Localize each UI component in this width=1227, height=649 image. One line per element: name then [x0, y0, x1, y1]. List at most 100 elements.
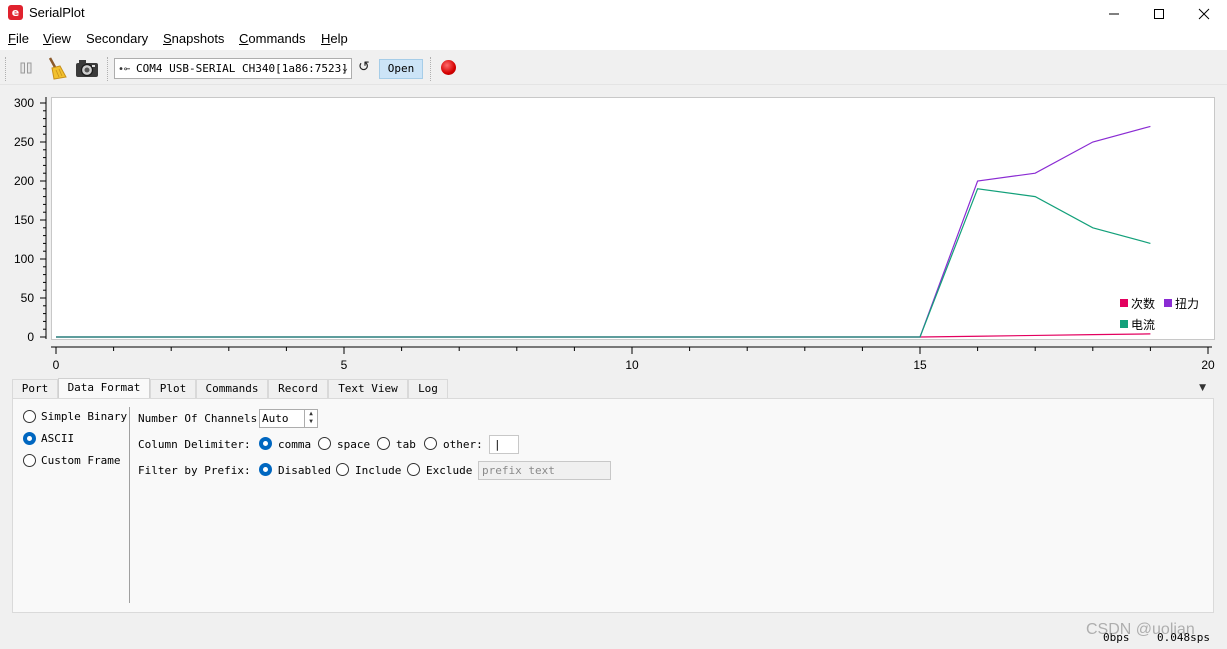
y-tick-label: 150	[14, 213, 34, 227]
status-bar: 0bps 0.048sps	[0, 625, 1227, 649]
delimiter-other-label[interactable]: other:	[443, 438, 483, 451]
menu-snapshots-mnemonic: S	[163, 31, 172, 46]
minimize-icon	[1109, 13, 1119, 15]
chevron-down-icon: ⌄	[341, 63, 348, 74]
prefix-include-label[interactable]: Include	[355, 464, 401, 477]
menu-commands-label: ommands	[248, 31, 306, 46]
prefix-text-input[interactable]	[478, 461, 611, 480]
snapshot-button[interactable]	[73, 55, 101, 81]
y-tick-label: 0	[27, 330, 34, 344]
x-tick-label: 0	[53, 358, 60, 372]
menu-help-mnemonic: H	[321, 31, 331, 46]
delimiter-space-radio[interactable]	[318, 437, 331, 450]
snapshot-camera-icon	[76, 60, 98, 77]
prefix-disabled-label[interactable]: Disabled	[278, 464, 331, 477]
menu-view[interactable]: View	[43, 31, 71, 46]
close-button[interactable]	[1181, 0, 1227, 28]
title-bar: e SerialPlot	[0, 0, 1227, 28]
menu-commands-mnemonic: C	[239, 31, 249, 46]
menu-secondary[interactable]: Secondary	[86, 31, 148, 46]
x-tick-label: 15	[913, 358, 927, 372]
menu-file[interactable]: File	[8, 31, 29, 46]
series-line	[56, 188, 1151, 338]
legend-label: 电流	[1131, 318, 1155, 332]
prefix-exclude-label[interactable]: Exclude	[426, 464, 472, 477]
legend-label: 次数	[1131, 296, 1155, 311]
minimize-button[interactable]	[1091, 0, 1137, 28]
csdn-watermark: CSDN @uolian	[1086, 621, 1195, 638]
tab-data-format[interactable]: Data Format	[58, 378, 150, 399]
tab-record[interactable]: Record	[268, 379, 328, 398]
settings-tabs: Port Data Format Plot Commands Record Te…	[12, 378, 1216, 399]
pause-icon	[20, 62, 32, 74]
menu-snapshots[interactable]: Snapshots	[163, 31, 224, 46]
channels-label: Number Of Channels:	[138, 412, 264, 425]
format-ascii-radio[interactable]	[23, 432, 36, 445]
menu-file-label: ile	[15, 31, 29, 46]
toolbar-grip[interactable]	[107, 57, 110, 81]
menu-bar: File View Secondary Snapshots Commands H…	[0, 28, 1227, 50]
format-custom-frame-radio[interactable]	[23, 454, 36, 467]
delimiter-tab-label[interactable]: tab	[396, 438, 416, 451]
delimiter-other-input[interactable]: |	[489, 435, 519, 454]
x-tick-label: 5	[341, 358, 348, 372]
toolbar-grip[interactable]	[5, 57, 8, 81]
delimiter-space-label[interactable]: space	[337, 438, 370, 451]
legend-swatch	[1120, 299, 1128, 307]
port-select-value: COM4 USB-SERIAL CH340[1a86:7523]	[136, 62, 348, 75]
tab-plot[interactable]: Plot	[150, 379, 196, 398]
format-simple-binary-radio[interactable]	[23, 410, 36, 423]
toolbar-grip[interactable]	[430, 57, 433, 81]
clear-button[interactable]	[42, 55, 70, 81]
tab-list-menu-button[interactable]: ▼	[1199, 383, 1206, 393]
x-tick-label: 20	[1201, 358, 1215, 372]
legend-swatch	[1164, 299, 1172, 307]
menu-file-mnemonic: F	[8, 31, 16, 46]
y-tick-label: 300	[14, 96, 34, 110]
open-port-button[interactable]: Open	[379, 59, 423, 79]
delimiter-label: Column Delimiter:	[138, 438, 251, 451]
close-icon	[1198, 8, 1210, 20]
y-tick-label: 100	[14, 252, 34, 266]
delimiter-comma-label[interactable]: comma	[278, 438, 311, 451]
chevron-down-icon: ▼	[1199, 383, 1206, 393]
record-button[interactable]	[441, 60, 456, 75]
format-custom-frame-label[interactable]: Custom Frame	[41, 454, 120, 467]
format-ascii-label[interactable]: ASCII	[41, 432, 74, 445]
panel-divider	[129, 407, 130, 603]
menu-help[interactable]: Help	[321, 31, 348, 46]
tab-commands[interactable]: Commands	[196, 379, 268, 398]
prefix-exclude-radio[interactable]	[407, 463, 420, 476]
legend-swatch	[1120, 320, 1128, 328]
delimiter-comma-radio[interactable]	[259, 437, 272, 450]
tab-port[interactable]: Port	[12, 379, 58, 398]
tab-text-view[interactable]: Text View	[328, 379, 408, 398]
window-title: SerialPlot	[29, 5, 85, 20]
spin-arrows-icon[interactable]: ▲ ▼	[304, 410, 317, 427]
refresh-ports-button[interactable]: ↺	[358, 59, 370, 75]
pause-button[interactable]	[14, 55, 38, 81]
serialplot-window: e SerialPlot File View Secondary Snapsho…	[0, 0, 1227, 649]
y-tick-label: 50	[21, 291, 35, 305]
format-simple-binary-label[interactable]: Simple Binary	[41, 410, 127, 423]
x-tick-label: 10	[625, 358, 639, 372]
prefix-include-radio[interactable]	[336, 463, 349, 476]
plot-chart: 300 250 200 150 100 50 0 0 5 10 15 20 次数 扭力电流	[14, 96, 1215, 372]
delimiter-tab-radio[interactable]	[377, 437, 390, 450]
prefix-disabled-radio[interactable]	[259, 463, 272, 476]
data-format-panel: Simple Binary ASCII Custom Frame Number …	[12, 398, 1214, 613]
y-tick-label: 200	[14, 174, 34, 188]
port-select[interactable]: •⟜ COM4 USB-SERIAL CH340[1a86:7523] ⌄	[114, 58, 352, 79]
channels-spinbox[interactable]: Auto ▲ ▼	[259, 409, 318, 428]
maximize-button[interactable]	[1136, 0, 1182, 28]
menu-help-label: elp	[330, 31, 348, 46]
refresh-icon: ↺	[358, 59, 370, 75]
menu-commands[interactable]: Commands	[239, 31, 305, 46]
menu-secondary-label: Secondary	[86, 31, 149, 46]
maximize-icon	[1154, 9, 1164, 19]
tab-log[interactable]: Log	[408, 379, 448, 398]
prefix-filter-label: Filter by Prefix:	[138, 464, 251, 477]
delimiter-other-radio[interactable]	[424, 437, 437, 450]
series-line	[56, 125, 1151, 338]
y-tick-label: 250	[14, 135, 34, 149]
